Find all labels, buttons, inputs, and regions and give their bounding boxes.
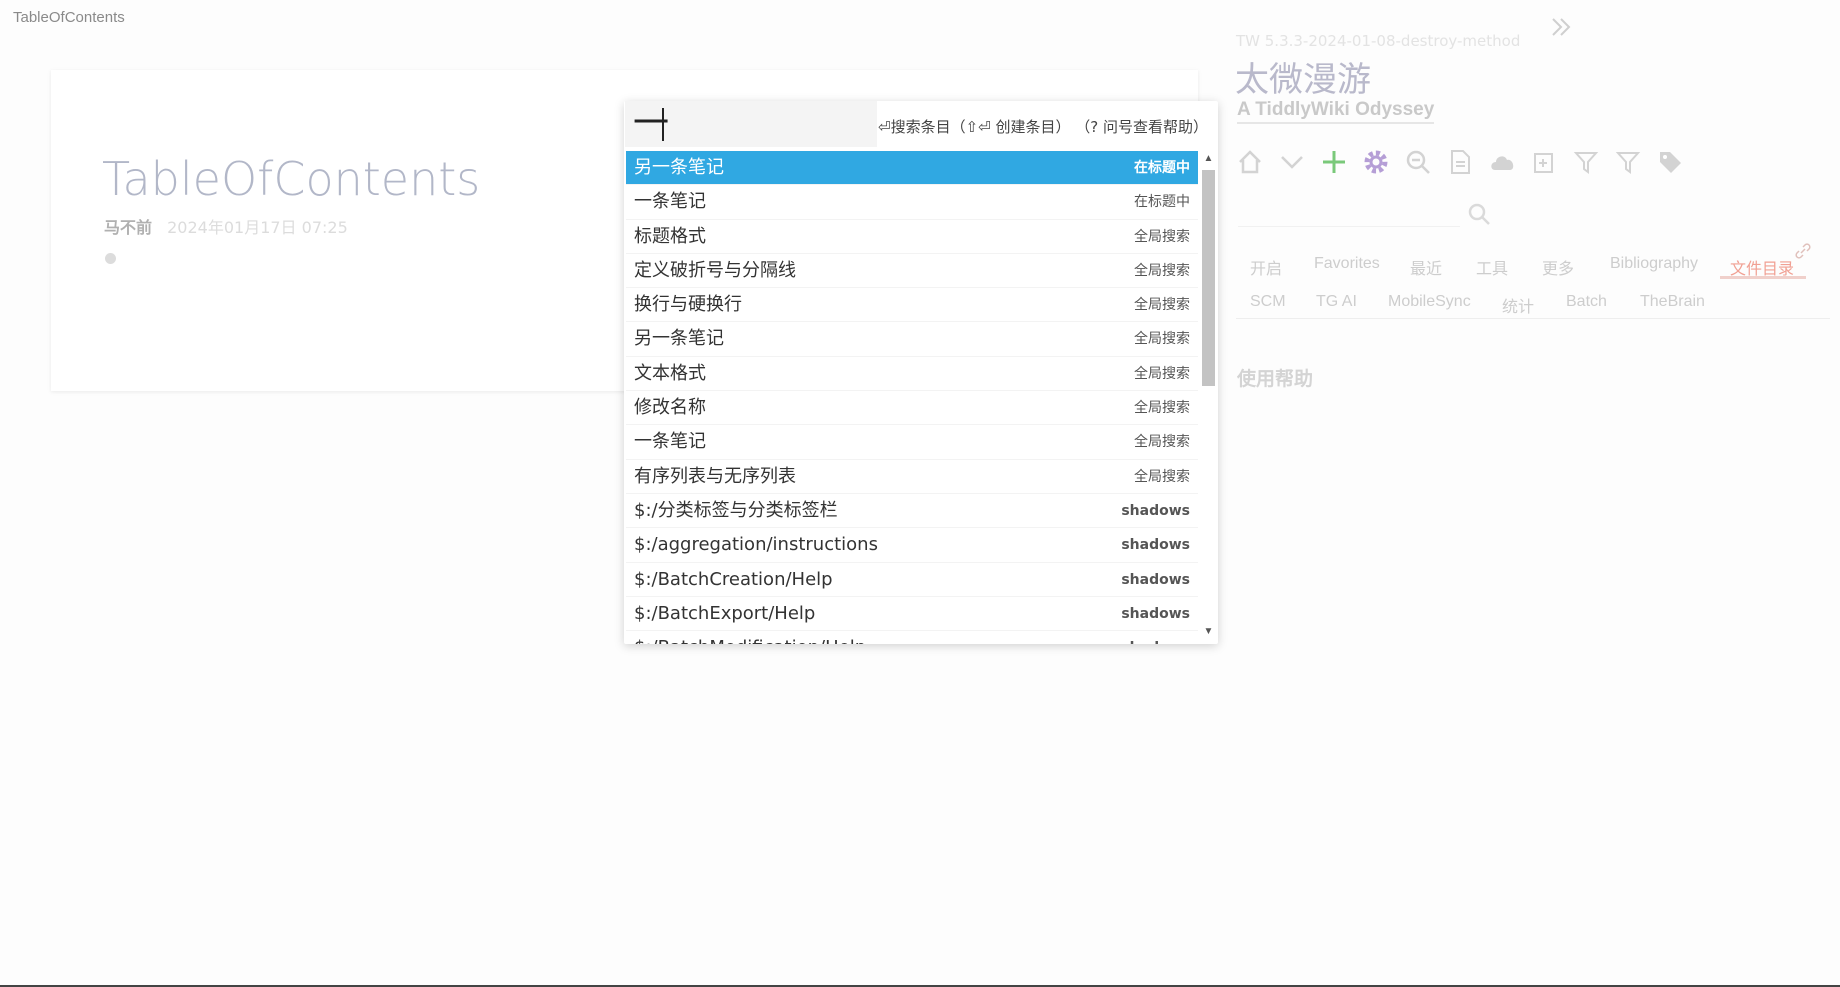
result-title: $:/BatchExport/Help bbox=[634, 602, 816, 624]
tab-scm[interactable]: SCM bbox=[1250, 293, 1286, 311]
result-source-tag: 在标题中 bbox=[1134, 160, 1190, 176]
result-source-tag: 全局搜索 bbox=[1134, 297, 1190, 314]
search-results-list: 另一条笔记 在标题中 一条笔记 在标题中 标题格式 全局搜索 定义破折号与分隔线 全局搜索 换行… bbox=[626, 151, 1198, 644]
search-icon[interactable] bbox=[1466, 201, 1492, 227]
help-heading[interactable]: 使用帮助 bbox=[1237, 364, 1313, 391]
search-result-row[interactable]: 标题格式 全局搜索 bbox=[626, 220, 1198, 254]
scroll-up-arrow-icon[interactable]: ▲ bbox=[1203, 154, 1214, 164]
result-source-tag: shadows bbox=[1121, 631, 1190, 644]
window-title: TableOfContents bbox=[13, 9, 125, 26]
result-source-tag: shadows bbox=[1121, 537, 1190, 554]
result-source-tag: 全局搜索 bbox=[1134, 331, 1190, 348]
gear-icon[interactable] bbox=[1362, 148, 1392, 178]
search-result-row[interactable]: 另一条笔记 在标题中 bbox=[626, 151, 1198, 186]
scroll-down-arrow-icon[interactable]: ▼ bbox=[1203, 627, 1214, 637]
site-title: 太微漫游 bbox=[1235, 60, 1371, 100]
plus-icon[interactable] bbox=[1320, 148, 1350, 178]
search-result-row[interactable]: 一条笔记 在标题中 bbox=[626, 185, 1198, 220]
result-source-tag: shadows bbox=[1121, 605, 1190, 622]
search-result-row[interactable]: 文本格式 全局搜索 bbox=[626, 357, 1198, 392]
result-title: 修改名称 bbox=[634, 397, 706, 419]
cloud-icon[interactable] bbox=[1488, 148, 1518, 178]
search-result-row[interactable]: $:/分类标签与分类标签栏 shadows bbox=[626, 494, 1198, 529]
result-title: 另一条笔记 bbox=[634, 328, 724, 350]
result-title: 一条笔记 bbox=[634, 191, 706, 213]
tab-open[interactable]: 开启 bbox=[1250, 255, 1282, 279]
collapse-sidebar-icon[interactable] bbox=[1548, 14, 1574, 40]
new-tiddler-icon[interactable] bbox=[1530, 148, 1560, 178]
result-source-tag: shadows bbox=[1121, 502, 1190, 519]
result-title: 文本格式 bbox=[634, 362, 706, 384]
scrollbar-thumb[interactable] bbox=[1202, 170, 1215, 386]
tiddler-title[interactable]: TableOfContents bbox=[102, 152, 480, 206]
text-caret bbox=[662, 108, 664, 141]
filter-icon[interactable] bbox=[1572, 148, 1602, 178]
result-title: 一条笔记 bbox=[634, 431, 706, 453]
tab-batch[interactable]: Batch bbox=[1566, 293, 1607, 311]
search-result-row[interactable]: $:/BatchModification/Help shadows bbox=[626, 631, 1198, 644]
result-source-tag: 全局搜索 bbox=[1134, 468, 1190, 485]
tab-thebrain[interactable]: TheBrain bbox=[1640, 293, 1705, 311]
tab-recent[interactable]: 最近 bbox=[1410, 255, 1442, 279]
search-result-row[interactable]: $:/BatchCreation/Help shadows bbox=[626, 563, 1198, 597]
search-result-row[interactable]: 有序列表与无序列表 全局搜索 bbox=[626, 460, 1198, 494]
tab-favorites[interactable]: Favorites bbox=[1314, 255, 1380, 273]
search-result-row[interactable]: 修改名称 全局搜索 bbox=[626, 391, 1198, 426]
search-result-row[interactable]: 另一条笔记 全局搜索 bbox=[626, 322, 1198, 357]
filter-icon[interactable] bbox=[1614, 148, 1644, 178]
zoom-out-icon[interactable] bbox=[1404, 148, 1434, 178]
tabs-divider bbox=[1236, 318, 1830, 319]
search-result-row[interactable]: 换行与硬换行 全局搜索 bbox=[626, 288, 1198, 323]
result-title: 定义破折号与分隔线 bbox=[634, 259, 796, 281]
link-icon[interactable] bbox=[1795, 243, 1811, 259]
result-title: $:/aggregation/instructions bbox=[634, 534, 878, 556]
result-title: $:/BatchModification/Help bbox=[634, 637, 866, 644]
tiddler-author[interactable]: 马不前 bbox=[104, 218, 152, 237]
result-source-tag: 全局搜索 bbox=[1134, 262, 1190, 279]
sidebar-search-input[interactable] bbox=[1238, 200, 1460, 227]
result-title: 有序列表与无序列表 bbox=[634, 465, 796, 487]
list-bullet bbox=[105, 253, 116, 264]
tab-mobilesync[interactable]: MobileSync bbox=[1388, 293, 1471, 311]
version-label: TW 5.3.3-2024-01-08-destroy-method bbox=[1236, 32, 1521, 50]
tab-bibliography[interactable]: Bibliography bbox=[1610, 255, 1698, 273]
result-title: 标题格式 bbox=[634, 225, 706, 247]
active-tab-indicator bbox=[1720, 276, 1806, 279]
search-result-row[interactable]: 一条笔记 全局搜索 bbox=[626, 425, 1198, 460]
result-title: 另一条笔记 bbox=[634, 157, 724, 178]
tiddler-meta: 马不前 2024年01月17日 07:25 bbox=[104, 214, 348, 238]
result-source-tag: shadows bbox=[1121, 571, 1190, 588]
tag-icon[interactable] bbox=[1656, 148, 1686, 178]
result-source-tag: 全局搜索 bbox=[1134, 365, 1190, 382]
home-icon[interactable] bbox=[1236, 148, 1266, 178]
search-result-row[interactable]: $:/aggregation/instructions shadows bbox=[626, 528, 1198, 563]
document-icon[interactable] bbox=[1446, 148, 1476, 178]
tiddler-date: 2024年01月17日 07:25 bbox=[167, 218, 348, 237]
result-title: 换行与硬换行 bbox=[634, 294, 742, 316]
chevron-down-icon[interactable] bbox=[1278, 148, 1308, 178]
result-title: $:/分类标签与分类标签栏 bbox=[634, 499, 838, 521]
search-result-row[interactable]: 定义破折号与分隔线 全局搜索 bbox=[626, 254, 1198, 289]
result-source-tag: 全局搜索 bbox=[1134, 228, 1190, 245]
tab-stats[interactable]: 统计 bbox=[1502, 293, 1534, 317]
result-title: $:/BatchCreation/Help bbox=[634, 568, 833, 590]
tab-tools[interactable]: 工具 bbox=[1476, 255, 1508, 279]
search-hint: ⏎搜索条目（⇧⏎ 创建条目） （? 问号查看帮助） bbox=[878, 118, 1208, 136]
result-source-tag: 在标题中 bbox=[1134, 194, 1190, 211]
result-source-tag: 全局搜索 bbox=[1134, 400, 1190, 417]
tab-tg-ai[interactable]: TG AI bbox=[1316, 293, 1357, 311]
tab-more[interactable]: 更多 bbox=[1542, 255, 1574, 279]
result-source-tag: 全局搜索 bbox=[1134, 434, 1190, 451]
search-result-row[interactable]: $:/BatchExport/Help shadows bbox=[626, 597, 1198, 632]
site-subtitle: A TiddlyWiki Odyssey bbox=[1237, 99, 1435, 124]
